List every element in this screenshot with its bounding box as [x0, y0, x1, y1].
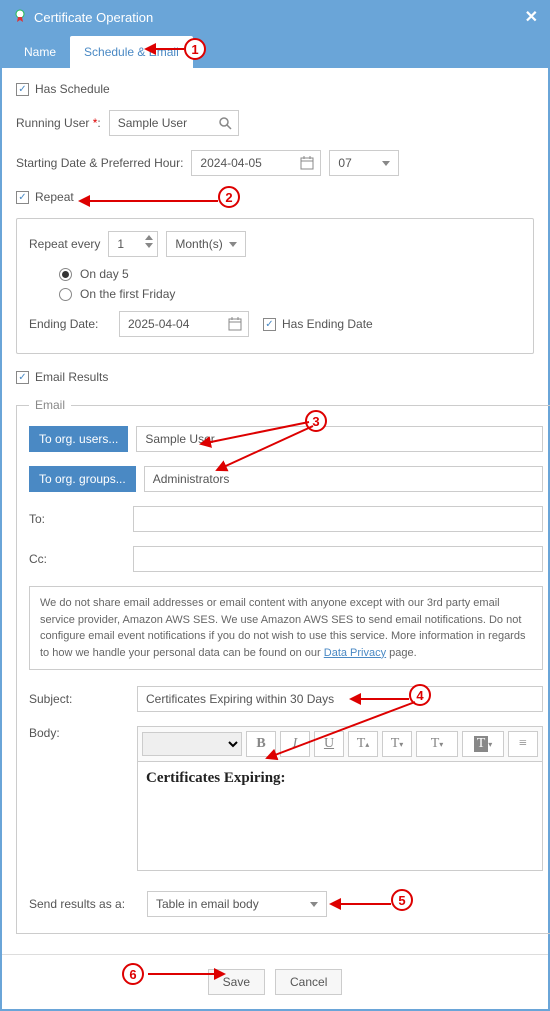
font-color-button[interactable]: T ▾ — [416, 731, 458, 757]
body-label: Body: — [29, 726, 129, 740]
annotation-6: 6 — [122, 963, 144, 985]
to-org-groups-button[interactable]: To org. groups... — [29, 466, 136, 492]
has-ending-date-checkbox[interactable] — [263, 318, 276, 331]
repeat-every-label: Repeat every — [29, 237, 100, 251]
certificate-icon — [12, 8, 28, 27]
on-first-friday-label: On the first Friday — [80, 287, 175, 301]
save-button[interactable]: Save — [208, 969, 265, 995]
annotation-5: 5 — [391, 889, 413, 911]
email-fieldset: Email 3 To org. users... Sample User To … — [16, 398, 550, 934]
subject-input[interactable]: Certificates Expiring within 30 Days — [137, 686, 543, 712]
titlebar: Certificate Operation ✕ — [2, 2, 548, 32]
has-ending-date-label: Has Ending Date — [282, 317, 373, 331]
list-button[interactable]: ≡ — [508, 731, 538, 757]
email-results-label: Email Results — [35, 370, 108, 384]
repeat-checkbox[interactable] — [16, 191, 29, 204]
cancel-button[interactable]: Cancel — [275, 969, 342, 995]
tab-bar: Name Schedule & Email 1 — [2, 32, 548, 68]
repeat-group: Repeat every 1 Month(s) On day 5 On the … — [16, 218, 534, 354]
starting-date-label: Starting Date & Preferred Hour: — [16, 156, 183, 170]
on-day-radio[interactable] — [59, 268, 72, 281]
on-first-friday-radio[interactable] — [59, 288, 72, 301]
font-decrease-button[interactable]: T▾ — [382, 731, 412, 757]
privacy-notice: We do not share email addresses or email… — [29, 586, 543, 670]
spinner-up-icon[interactable] — [145, 235, 153, 240]
starting-hour-select[interactable]: 07 — [329, 150, 399, 176]
email-results-checkbox[interactable] — [16, 371, 29, 384]
send-results-label: Send results as a: — [29, 897, 139, 911]
calendar-icon — [228, 317, 242, 334]
to-label: To: — [29, 512, 59, 526]
annotation-2: 2 — [218, 186, 240, 208]
modal-title: Certificate Operation — [34, 10, 153, 25]
underline-button[interactable]: U — [314, 731, 344, 757]
email-legend: Email — [29, 398, 71, 412]
repeat-every-spinner[interactable]: 1 — [108, 231, 158, 257]
starting-date-input[interactable]: 2024-04-05 — [191, 150, 321, 176]
calendar-icon — [300, 156, 314, 173]
has-schedule-label: Has Schedule — [35, 82, 110, 96]
font-family-select[interactable] — [142, 732, 242, 756]
cc-input[interactable] — [133, 546, 543, 572]
subject-label: Subject: — [29, 692, 129, 706]
to-input[interactable] — [133, 506, 543, 532]
cc-label: Cc: — [29, 552, 59, 566]
send-results-select[interactable]: Table in email body — [147, 891, 327, 917]
font-increase-button[interactable]: T▴ — [348, 731, 378, 757]
close-icon[interactable]: ✕ — [525, 7, 538, 27]
on-day-label: On day 5 — [80, 267, 129, 281]
data-privacy-link[interactable]: Data Privacy — [324, 647, 386, 659]
italic-button[interactable]: I — [280, 731, 310, 757]
spinner-down-icon[interactable] — [145, 243, 153, 248]
tab-name[interactable]: Name — [10, 36, 70, 68]
ending-date-label: Ending Date: — [29, 317, 111, 331]
tab-schedule-email[interactable]: Schedule & Email — [70, 36, 193, 68]
to-org-users-button[interactable]: To org. users... — [29, 426, 128, 452]
org-groups-input[interactable]: Administrators — [144, 466, 543, 492]
has-schedule-checkbox[interactable] — [16, 83, 29, 96]
running-user-input[interactable]: Sample User — [109, 110, 239, 136]
body-editor[interactable]: Certificates Expiring: — [137, 761, 543, 871]
org-users-input[interactable]: Sample User — [136, 426, 543, 452]
bold-button[interactable]: B — [246, 731, 276, 757]
repeat-label: Repeat — [35, 190, 74, 204]
repeat-unit-select[interactable]: Month(s) — [166, 231, 246, 257]
running-user-label: Running User *: — [16, 116, 101, 130]
search-icon — [218, 116, 232, 133]
editor-toolbar: B I U T▴ T▾ T ▾ T ▾ ≡ — [137, 726, 543, 761]
ending-date-input[interactable]: 2025-04-04 — [119, 311, 249, 337]
highlight-button[interactable]: T ▾ — [462, 731, 504, 757]
